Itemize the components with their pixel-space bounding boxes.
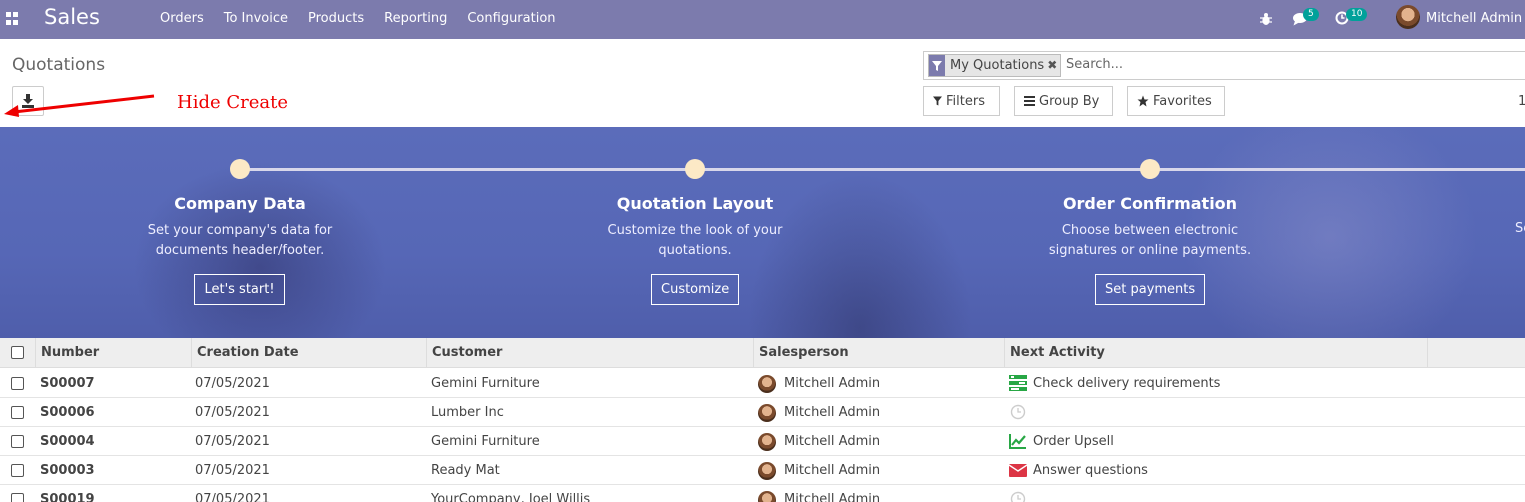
search-facet: My Quotations ✖	[928, 54, 1062, 77]
menu-orders[interactable]: Orders	[160, 11, 204, 26]
cell-customer: Gemini Furniture	[431, 434, 540, 449]
search-input[interactable]	[1066, 57, 1366, 72]
cell-number: S00003	[40, 463, 95, 478]
step-description: Set your company's data for documents hea…	[147, 223, 333, 258]
table-row[interactable]: S00019 07/05/2021 YourCompany, Joel Will…	[0, 485, 1525, 502]
annotation-label: Hide Create	[177, 92, 288, 113]
cell-creation-date: 07/05/2021	[195, 434, 270, 449]
table-header: Number Creation Date Customer Salesperso…	[0, 338, 1525, 368]
column-number[interactable]: Number	[35, 338, 192, 368]
activities-badge: 10	[1346, 8, 1368, 21]
menu-products[interactable]: Products	[308, 11, 364, 26]
step-dot-company-data	[230, 159, 250, 179]
cell-salesperson: Mitchell Admin	[784, 463, 881, 478]
column-salesperson[interactable]: Salesperson	[753, 338, 1005, 368]
favorites-label: Favorites	[1153, 93, 1212, 109]
filters-label: Filters	[946, 93, 985, 109]
pager-value[interactable]: 1	[1518, 94, 1525, 109]
star-icon	[1137, 95, 1149, 107]
cell-customer: Lumber Inc	[431, 405, 504, 420]
menu-reporting[interactable]: Reporting	[384, 11, 447, 26]
cell-creation-date: 07/05/2021	[195, 463, 270, 478]
select-all-checkbox[interactable]	[11, 346, 24, 359]
facet-remove-icon[interactable]: ✖	[1047, 55, 1060, 76]
cell-creation-date: 07/05/2021	[195, 376, 270, 391]
step-title: Order Confirmation	[1062, 194, 1238, 213]
table-row[interactable]: S00007 07/05/2021 Gemini Furniture Mitch…	[0, 369, 1525, 398]
messages-badge: 5	[1303, 8, 1319, 21]
envelope-icon[interactable]	[1009, 462, 1027, 478]
cell-next-activity: Check delivery requirements	[1033, 376, 1221, 391]
clock-icon[interactable]	[1009, 404, 1027, 420]
cell-number: S00019	[40, 492, 95, 502]
cell-customer: YourCompany, Joel Willis	[431, 492, 591, 502]
clock-icon[interactable]	[1009, 491, 1027, 502]
tasks-icon[interactable]	[1009, 375, 1027, 391]
cell-salesperson: Mitchell Admin	[784, 434, 881, 449]
cell-number: S00006	[40, 405, 95, 420]
row-checkbox[interactable]	[11, 493, 24, 502]
step-dot-quotation-layout	[685, 159, 705, 179]
customize-button[interactable]: Customize	[651, 274, 739, 305]
line-chart-icon[interactable]	[1009, 433, 1027, 449]
salesperson-avatar	[758, 433, 776, 451]
bars-icon	[1024, 96, 1035, 106]
row-checkbox[interactable]	[11, 464, 24, 477]
group-by-label: Group By	[1039, 93, 1100, 109]
onboarding-progress-line	[240, 168, 1525, 171]
filter-icon	[933, 96, 942, 106]
facet-label: My Quotations	[950, 58, 1045, 73]
apps-menu-icon[interactable]	[6, 12, 19, 25]
user-menu-name[interactable]: Mitchell Admin	[1426, 11, 1522, 26]
next-step-peek: Se	[1515, 221, 1525, 236]
column-creation-date[interactable]: Creation Date	[191, 338, 427, 368]
row-checkbox[interactable]	[11, 377, 24, 390]
table-row[interactable]: S00006 07/05/2021 Lumber Inc Mitchell Ad…	[0, 398, 1525, 427]
row-checkbox[interactable]	[11, 435, 24, 448]
step-title: Quotation Layout	[616, 194, 774, 213]
favorites-button[interactable]: Favorites	[1127, 86, 1225, 116]
debug-bug-icon[interactable]	[1260, 12, 1272, 26]
menu-configuration[interactable]: Configuration	[467, 11, 555, 26]
set-payments-button[interactable]: Set payments	[1095, 274, 1205, 305]
cell-next-activity: Order Upsell	[1033, 434, 1114, 449]
step-description: Customize the look of your quotations.	[607, 223, 783, 258]
cell-customer: Gemini Furniture	[431, 376, 540, 391]
cell-number: S00004	[40, 434, 95, 449]
salesperson-avatar	[758, 375, 776, 393]
step-dot-order-confirmation	[1140, 159, 1160, 179]
cell-next-activity: Answer questions	[1033, 463, 1148, 478]
lets-start-button[interactable]: Let's start!	[194, 274, 285, 305]
menu-to-invoice[interactable]: To Invoice	[224, 11, 288, 26]
column-extra	[1427, 338, 1525, 368]
top-navbar: Sales Orders To Invoice Products Reporti…	[0, 0, 1525, 39]
step-description: Choose between electronic signatures or o…	[1048, 223, 1252, 258]
filter-facet-icon	[929, 55, 945, 76]
onboarding-banner: Company Data Set your company's data for…	[0, 127, 1525, 338]
step-title: Company Data	[174, 194, 306, 213]
column-customer[interactable]: Customer	[426, 338, 754, 368]
cell-salesperson: Mitchell Admin	[784, 376, 881, 391]
column-next-activity[interactable]: Next Activity	[1004, 338, 1428, 368]
salesperson-avatar	[758, 462, 776, 480]
user-avatar[interactable]	[1396, 5, 1420, 29]
cell-number: S00007	[40, 376, 95, 391]
page-title: Quotations	[12, 55, 106, 75]
salesperson-avatar	[758, 491, 776, 502]
cell-creation-date: 07/05/2021	[195, 405, 270, 420]
salesperson-avatar	[758, 404, 776, 422]
cell-customer: Ready Mat	[431, 463, 500, 478]
cell-creation-date: 07/05/2021	[195, 492, 270, 502]
annotation-arrow	[4, 94, 155, 117]
search-box: My Quotations ✖	[923, 51, 1525, 80]
table-row[interactable]: S00004 07/05/2021 Gemini Furniture Mitch…	[0, 427, 1525, 456]
cell-salesperson: Mitchell Admin	[784, 405, 881, 420]
group-by-button[interactable]: Group By	[1014, 86, 1113, 116]
filters-button[interactable]: Filters	[923, 86, 1000, 116]
cell-salesperson: Mitchell Admin	[784, 492, 881, 502]
row-checkbox[interactable]	[11, 406, 24, 419]
main-menu: Orders To Invoice Products Reporting Con…	[160, 11, 576, 26]
table-row[interactable]: S00003 07/05/2021 Ready Mat Mitchell Adm…	[0, 456, 1525, 485]
app-name[interactable]: Sales	[44, 5, 100, 29]
